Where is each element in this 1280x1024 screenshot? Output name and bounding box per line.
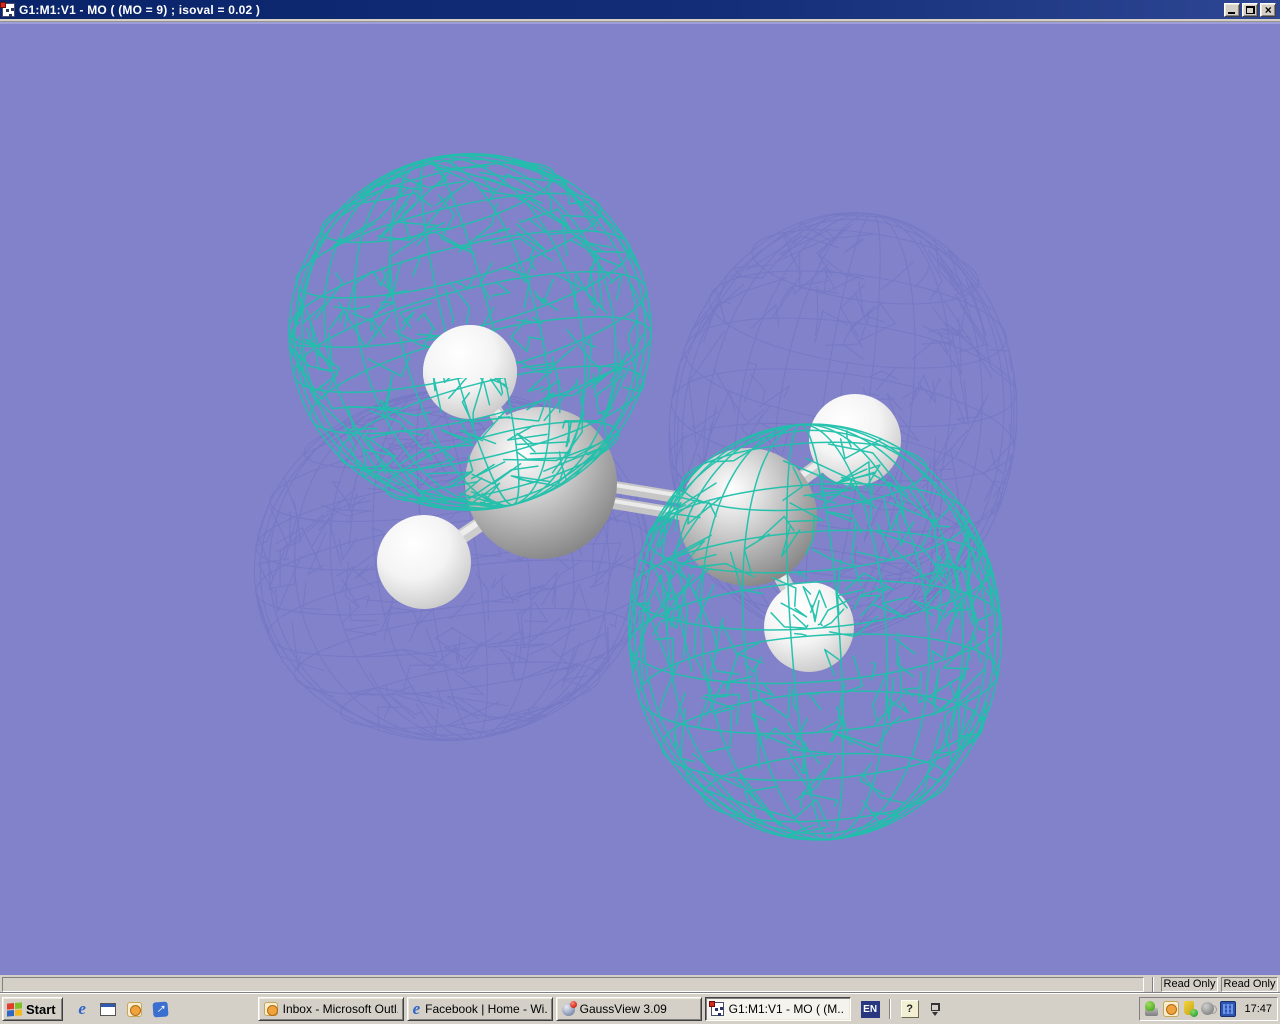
media-player-icon: ↗	[152, 1000, 169, 1018]
statusbar: Read Only Read Only	[0, 975, 1280, 993]
atom-sphere-H[interactable]	[809, 394, 901, 486]
system-tray: 17:47	[1139, 997, 1278, 1021]
minimize-icon	[1228, 11, 1235, 14]
quick-launch-outlook[interactable]	[125, 1000, 144, 1019]
chevron-down-icon	[932, 1011, 939, 1016]
network-display-icon[interactable]	[1220, 1001, 1237, 1017]
task-button-label: G1:M1:V1 - MO ( (M...	[728, 1002, 845, 1016]
atom-sphere-H[interactable]	[377, 515, 471, 609]
restore-button[interactable]	[1242, 2, 1258, 17]
task-button-label: Facebook | Home - Wi...	[425, 1002, 547, 1016]
language-bar: EN ?	[860, 999, 940, 1019]
language-options-button[interactable]	[930, 1002, 940, 1016]
internet-explorer-icon: e	[412, 999, 421, 1018]
task-button-label: Inbox - Microsoft Outl...	[282, 1002, 398, 1016]
restore-icon	[1245, 5, 1255, 14]
task-button-group: Inbox - Microsoft Outl... e Facebook | H…	[257, 997, 851, 1021]
quick-launch-bar: e ↗	[73, 1000, 170, 1019]
taskbar-clock[interactable]: 17:47	[1244, 1003, 1272, 1015]
read-only-indicator-1: Read Only	[1161, 976, 1218, 992]
windows-logo-icon	[7, 1001, 22, 1017]
minimize-button[interactable]	[1224, 2, 1240, 17]
language-help-button[interactable]: ?	[900, 1000, 919, 1018]
gaussview-icon	[561, 1000, 577, 1016]
mo-render-canvas[interactable]	[0, 22, 1280, 975]
quick-launch-media[interactable]: ↗	[151, 1000, 170, 1019]
start-label: Start	[26, 1001, 56, 1017]
taskbar-button-mo-window-active[interactable]: G1:M1:V1 - MO ( (M...	[704, 997, 851, 1021]
safely-remove-hardware-icon[interactable]	[1144, 1001, 1160, 1017]
language-indicator[interactable]: EN	[860, 1000, 880, 1018]
outlook-reminder-icon[interactable]	[1163, 1001, 1180, 1017]
outlook-icon	[263, 1002, 278, 1016]
gaussview-window-icon	[0, 1, 15, 17]
task-button-label: GaussView 3.09	[579, 1002, 667, 1016]
internet-explorer-icon: e	[78, 999, 86, 1018]
status-separator	[1152, 976, 1154, 992]
restore-toolbar-icon	[930, 1002, 940, 1011]
status-message-panel	[2, 976, 1144, 992]
taskbar: Start e ↗ Inbox - Microsoft Outl... e Fa…	[0, 993, 1280, 1024]
window-title: G1:M1:V1 - MO ( (MO = 9) ; isoval = 0.02…	[19, 2, 261, 17]
taskbar-button-outlook-inbox[interactable]: Inbox - Microsoft Outl...	[257, 997, 404, 1021]
close-button[interactable]: ×	[1260, 2, 1276, 17]
show-desktop-icon	[100, 1002, 117, 1016]
molecule-viewport[interactable]	[0, 22, 1280, 975]
taskbar-button-facebook-ie[interactable]: e Facebook | Home - Wi...	[406, 997, 553, 1021]
start-button[interactable]: Start	[2, 997, 63, 1021]
window-titlebar[interactable]: G1:M1:V1 - MO ( (MO = 9) ; isoval = 0.02…	[0, 0, 1280, 19]
read-only-indicator-2: Read Only	[1221, 976, 1278, 992]
security-shield-icon[interactable]	[1182, 1001, 1199, 1017]
outlook-icon	[126, 1001, 142, 1017]
taskbar-button-gaussview[interactable]: GaussView 3.09	[555, 997, 702, 1021]
quick-launch-internet-explorer[interactable]: e	[73, 1000, 92, 1019]
volume-icon[interactable]	[1201, 1001, 1218, 1017]
close-icon: ×	[1264, 2, 1272, 17]
language-bar-separator	[888, 999, 891, 1019]
quick-launch-show-desktop[interactable]	[99, 1000, 118, 1019]
gaussview-doc-icon	[708, 1001, 724, 1016]
